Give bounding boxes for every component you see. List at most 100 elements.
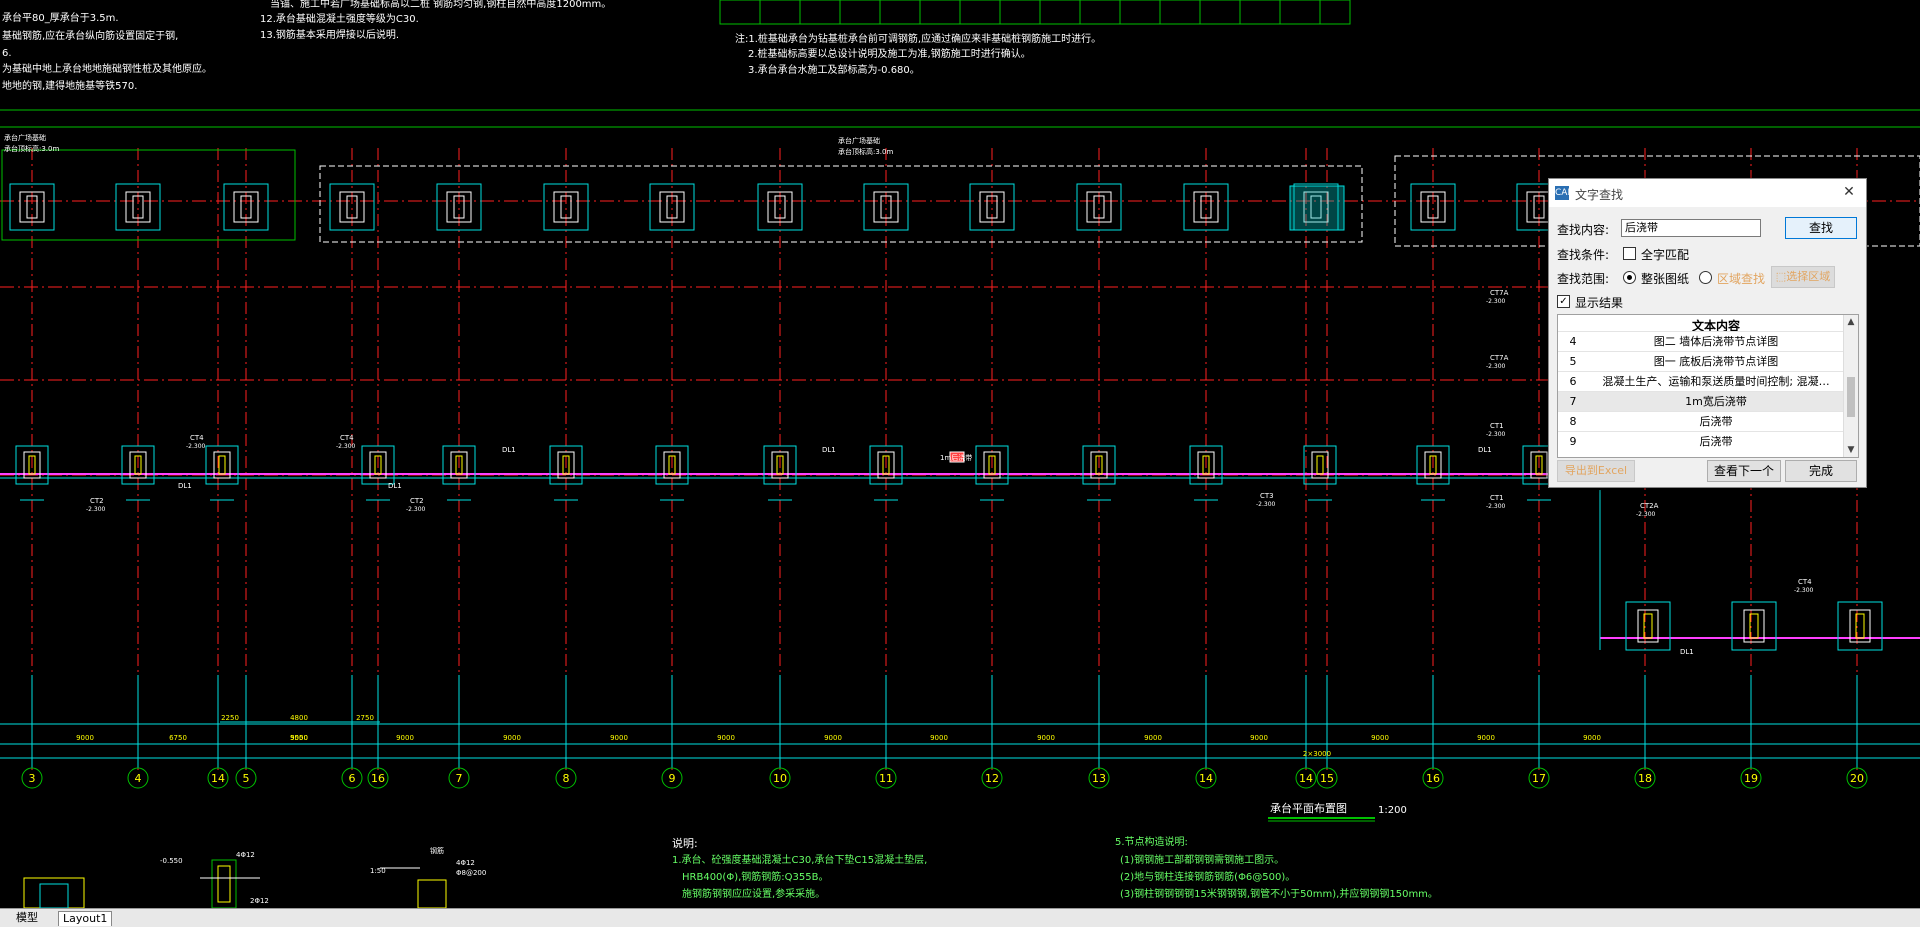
axis-number: 14 <box>1199 772 1213 785</box>
note-left-4: 为基础中地上承台地地施础钢性桩及其他原应。 <box>2 64 212 75</box>
list-scrollbar[interactable]: ▲ ▼ <box>1843 315 1858 457</box>
select-area-icon: ⬚ <box>1775 270 1787 283</box>
scroll-up-icon[interactable]: ▲ <box>1844 315 1858 329</box>
ct-label: CT3 <box>1260 492 1274 500</box>
note-right-3: 3.承台承台水施工及部标高为-0.680。 <box>748 65 920 76</box>
bottom-note-1: 1.承台、砼强度基础混凝土C30,承台下垫C15混凝土垫层, <box>672 855 928 866</box>
note-left-1: 承台平80_厚承台于3.5m. <box>2 13 119 24</box>
find-button[interactable]: 查找 <box>1785 217 1857 239</box>
dl-label: DL1 <box>1478 446 1492 454</box>
elevation-label: -2.300 <box>1486 298 1506 305</box>
dimension-value: 9000 <box>1144 734 1162 742</box>
elevation-label: -2.300 <box>406 506 426 513</box>
axis-number: 8 <box>563 772 570 785</box>
dimension-value: 9000 <box>717 734 735 742</box>
bottom-note-2: HRB400(Φ),钢筋钢筋:Q355B。 <box>682 872 829 883</box>
ct-label: CT4 <box>340 434 354 442</box>
elevation-label: -2.300 <box>186 443 206 450</box>
note-left-2: 基础钢筋,应在承台纵向筋设置固定于钢, <box>2 31 179 42</box>
scroll-thumb[interactable] <box>1847 377 1855 417</box>
note-right-2: 2.桩基础标高要以总设计说明及施工为准,钢筋施工时进行确认。 <box>748 49 1031 60</box>
section-detail <box>417 879 447 909</box>
list-item[interactable]: 8 后浇带 <box>1558 411 1844 432</box>
pile-cap <box>1731 601 1777 651</box>
ct-label: CT1 <box>1490 422 1504 430</box>
top-table <box>719 0 1351 25</box>
note-right-1: 注:1.桩基础承台为钻基桩承台前可调钢筋,应通过确应来非基础桩钢筋施工时进行。 <box>735 34 1102 45</box>
row-index: 8 <box>1569 415 1577 428</box>
bottom-note-r2: (1)钢钢施工部都钢钢需钢施工图示。 <box>1120 855 1285 866</box>
list-item[interactable]: 9 后浇带 <box>1558 431 1844 452</box>
close-icon[interactable]: ✕ <box>1840 183 1858 201</box>
text-find-dialog: CAD 文字查找 ✕ 查找内容: 后浇带 查找 查找条件: 全字匹配 查找范围:… <box>1548 178 1867 488</box>
list-item[interactable]: 6 混凝土生产、运输和泵送质量时间控制; 混凝… <box>1558 371 1844 392</box>
find-next-button[interactable]: 查看下一个 <box>1707 460 1781 482</box>
dimension-value: 2×3000 <box>1303 750 1331 758</box>
ct-label: CT2 <box>90 497 104 505</box>
pile-cap <box>1837 601 1883 651</box>
condition-label: 查找条件: <box>1557 248 1610 262</box>
range-label: 查找范围: <box>1557 272 1610 286</box>
dimension-value: 2250 <box>221 714 239 722</box>
dl-label: DL1 <box>388 482 402 490</box>
show-results-checkbox[interactable]: ✓ <box>1557 295 1570 308</box>
app-logo-icon: CAD <box>1555 186 1575 200</box>
plan-title: 承台平面布置图 <box>1270 802 1347 815</box>
axis-number: 16 <box>371 772 385 785</box>
find-label: 查找内容: <box>1557 223 1610 237</box>
bottom-note-3: 施钢筋钢钢应应设置,参采采施。 <box>682 889 826 900</box>
axis-number: 14 <box>211 772 225 785</box>
elevation-label: -2.300 <box>1486 503 1506 510</box>
pile-core <box>218 455 226 475</box>
section-label-6: 4Φ12 <box>456 859 475 867</box>
plan-scale: 1:200 <box>1378 805 1407 816</box>
dimension-value: 5550 <box>290 734 308 742</box>
tab-model[interactable]: 模型 <box>12 911 42 925</box>
list-item-selected[interactable]: 7 1m宽后浇带 <box>1558 391 1844 412</box>
export-excel-button[interactable]: 导出到Excel <box>1557 460 1635 482</box>
dialog-title: 文字查找 <box>1575 188 1624 202</box>
list-item[interactable]: 4 图二 墙体后浇带节点详图 <box>1558 331 1844 352</box>
elevation-label: -2.300 <box>1636 511 1656 518</box>
row-text: 混凝土生产、运输和泵送质量时间控制; 混凝… <box>1602 375 1830 388</box>
results-list[interactable]: 文本内容 4 图二 墙体后浇带节点详图 5 图一 底板后浇带节点详图 6 混凝土生产、… <box>1557 314 1859 458</box>
elevation-label: -2.300 <box>1794 587 1814 594</box>
row-text: 图二 墙体后浇带节点详图 <box>1653 335 1779 348</box>
axis-number: 3 <box>29 772 36 785</box>
pile-core <box>1316 455 1324 475</box>
range-all-radio[interactable] <box>1623 271 1636 284</box>
small-label-2b: 承台顶标高:3.0m <box>838 148 894 156</box>
section-detail <box>217 865 231 903</box>
section-label-7: Φ8@200 <box>456 869 487 877</box>
tab-layout1[interactable]: Layout1 <box>58 911 113 926</box>
axis-number: 17 <box>1532 772 1546 785</box>
list-item[interactable]: 5 图一 底板后浇带节点详图 <box>1558 351 1844 372</box>
done-button[interactable]: 完成 <box>1785 460 1857 482</box>
dimension-value: 9000 <box>76 734 94 742</box>
layout-tabs: 模型 Layout1 <box>0 908 1920 927</box>
row-index: 4 <box>1569 335 1577 348</box>
scroll-down-icon[interactable]: ▼ <box>1844 443 1858 457</box>
bottom-notes-head: 说明: <box>672 837 698 850</box>
row-text: 1m宽后浇带 <box>1685 395 1747 408</box>
range-area-radio[interactable] <box>1699 271 1712 284</box>
ct-label: CT7A <box>1490 354 1509 362</box>
axis-number: 7 <box>456 772 463 785</box>
note-mid-1: 12.承台基础混凝土强度等级为C30. <box>260 14 419 25</box>
axis-number: 10 <box>773 772 787 785</box>
select-area-button[interactable]: ⬚选择区域 <box>1771 266 1835 288</box>
note-mid-2: 13.钢筋基本采用焊接以后说明. <box>260 30 400 41</box>
section-label-5: 钢筋 <box>430 847 444 855</box>
dimension-value: 9000 <box>503 734 521 742</box>
axis-number: 16 <box>1426 772 1440 785</box>
axis-number: 6 <box>349 772 356 785</box>
elevation-label: -2.300 <box>86 506 106 513</box>
small-label-1b: 承台顶标高:3.0m <box>4 145 60 153</box>
dimension-value: 9000 <box>396 734 414 742</box>
dimension-value: 9000 <box>1037 734 1055 742</box>
whole-word-checkbox[interactable] <box>1623 247 1636 260</box>
dialog-titlebar[interactable]: CAD 文字查找 ✕ <box>1549 179 1866 207</box>
ct-label: CT7A <box>1490 289 1509 297</box>
find-input[interactable]: 后浇带 <box>1621 219 1761 237</box>
note-mid-head: 当锚、施工中若广场基础标高以二桩 钢筋均匀钢,钢柱自然中高度1200mm。 <box>270 0 612 10</box>
